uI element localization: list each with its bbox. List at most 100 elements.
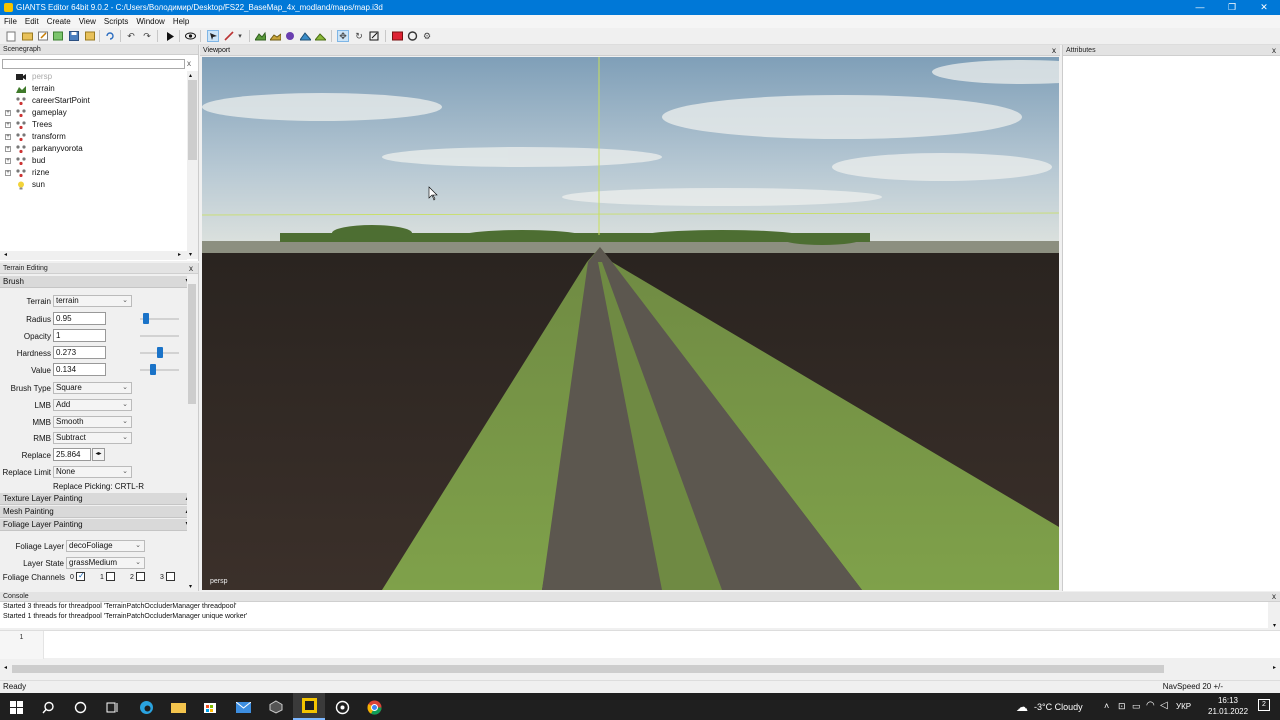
radius-input[interactable]: 0.95 [53,312,106,325]
menu-window[interactable]: Window [132,15,168,28]
blender-icon[interactable] [334,699,350,715]
scale-tool-icon[interactable] [368,30,380,42]
eye-icon[interactable] [184,30,196,42]
scenegraph-node-rizne[interactable]: + rizne [0,167,186,179]
scenegraph-filter-input[interactable] [2,59,185,69]
hardness-input[interactable]: 0.273 [53,346,106,359]
meet-now-icon[interactable]: ⊡ [1118,701,1126,712]
clock-date[interactable]: 21.01.2022 [1208,707,1248,716]
foliage-paint-icon[interactable] [284,30,296,42]
channel-2-checkbox[interactable] [136,572,145,581]
chrome-icon[interactable] [366,699,382,715]
mmb-select[interactable]: Smooth ⌄ [53,416,132,428]
decal-paint-icon[interactable] [314,30,326,42]
menu-edit[interactable]: Edit [21,15,43,28]
value-input[interactable]: 0.134 [53,363,106,376]
foliage-layer-select[interactable]: decoFoliage ⌄ [66,540,145,552]
menu-scripts[interactable]: Scripts [100,15,132,28]
minimize-button[interactable]: — [1184,0,1216,15]
menu-view[interactable]: View [75,15,100,28]
wifi-icon[interactable]: ◠ [1146,700,1155,711]
channel-3-checkbox[interactable] [166,572,175,581]
menu-file[interactable]: File [0,15,21,28]
channel-0-checkbox[interactable] [76,571,85,581]
weather-cloud-icon[interactable]: ☁ [1016,700,1028,714]
chevron-down-icon[interactable]: ▾ [236,30,244,42]
scenegraph-node-terrain[interactable]: terrain [0,83,186,95]
value-slider-track[interactable] [140,369,179,371]
scenegraph-node-sun[interactable]: sun [0,179,186,191]
settings-gear-icon[interactable]: ⚙ [421,30,433,42]
close-icon[interactable]: x [1272,592,1276,602]
redo-icon[interactable]: ↷ [141,30,153,42]
volume-icon[interactable]: ◁ [1160,700,1168,711]
snap-icon[interactable] [406,30,418,42]
expand-node-icon[interactable]: + [5,170,11,176]
terrain-select[interactable]: terrain ⌄ [53,295,132,307]
clock-time[interactable]: 16:13 [1208,696,1248,705]
mail-icon[interactable] [235,699,251,715]
value-slider-handle[interactable] [149,364,156,375]
chevron-up-icon[interactable]: ˄ [1104,701,1109,711]
pick-value-icon[interactable]: ◂▸ [92,448,105,461]
terrain-paint-icon[interactable] [269,30,281,42]
windows-start-icon[interactable] [8,699,24,715]
expand-node-icon[interactable]: + [5,134,11,140]
lmb-select[interactable]: Add ⌄ [53,399,132,411]
search-icon[interactable] [40,699,56,715]
weather-text[interactable]: -3°C Cloudy [1034,702,1083,712]
play-icon[interactable] [164,30,176,42]
rmb-select[interactable]: Subtract ⌄ [53,432,132,444]
reload-script-icon[interactable] [104,30,116,42]
brush-type-select[interactable]: Square ⌄ [53,382,132,394]
3d-viewport[interactable]: persp [202,57,1059,590]
scenegraph-node-gameplay[interactable]: + gameplay [0,107,186,119]
close-icon[interactable]: x [189,263,193,274]
edge-browser-icon[interactable] [138,699,154,715]
console-hscrollbar[interactable]: ◂ ▸ [0,664,1280,674]
foliage-layer-section-header[interactable]: Foliage Layer Painting▼ [0,519,197,531]
expand-node-icon[interactable]: + [5,122,11,128]
radius-slider-handle[interactable] [143,313,150,324]
close-icon[interactable]: x [1272,45,1276,56]
close-window-button[interactable]: ✕ [1248,0,1280,15]
scenegraph-vscrollbar[interactable]: ▴ ▾ [187,71,198,259]
scenegraph-node-bud[interactable]: + bud [0,155,186,167]
console-log-scrollbar[interactable]: ▾ [1269,602,1280,629]
new-file-icon[interactable] [5,30,17,42]
scenegraph-node-trees[interactable]: + Trees [0,119,186,131]
texture-layer-section-header[interactable]: Texture Layer Painting▲ [0,493,197,505]
scenegraph-node-careerstartpoint[interactable]: careerStartPoint [0,95,186,107]
brush-section-header[interactable]: Brush ▼ [0,276,197,288]
layer-state-select[interactable]: grassMedium ⌄ [66,557,145,569]
scenegraph-node-parkanyvorota[interactable]: + parkanyvorota [0,143,186,155]
expand-node-icon[interactable]: + [5,110,11,116]
rotate-tool-icon[interactable]: ↻ [353,30,365,42]
replace-limit-select[interactable]: None ⌄ [53,466,132,478]
open-folder-icon[interactable] [21,30,33,42]
hardness-slider-handle[interactable] [156,347,163,358]
scenegraph-hscrollbar[interactable]: ◂ ▸ [0,251,187,260]
channel-1-checkbox[interactable] [106,572,115,581]
edit-file-icon[interactable] [37,30,49,42]
select-tool-icon[interactable] [207,30,219,42]
refresh-icon[interactable] [52,30,64,42]
maximize-button[interactable]: ❐ [1216,0,1248,15]
replace-input[interactable]: 25.864 [53,448,91,461]
store-icon[interactable] [202,699,218,715]
move-tool-icon[interactable]: ✥ [337,30,349,42]
local-space-icon[interactable] [391,30,403,42]
scenegraph-node-transform[interactable]: + transform [0,131,186,143]
mesh-painting-section-header[interactable]: Mesh Painting▲ [0,506,197,518]
terrain-sculpt-icon[interactable] [254,30,266,42]
save-as-icon[interactable] [84,30,96,42]
expand-node-icon[interactable]: + [5,146,11,152]
terrain-vscrollbar[interactable]: ▾ [187,276,197,590]
menu-help[interactable]: Help [169,15,193,28]
cortana-icon[interactable] [72,699,88,715]
mesh-paint-icon[interactable] [299,30,311,42]
close-icon[interactable]: x [1052,45,1056,56]
clear-filter-icon[interactable]: x [187,59,191,68]
paint-tool-icon[interactable] [223,30,235,42]
giants-editor-taskbar-icon[interactable] [293,693,325,720]
